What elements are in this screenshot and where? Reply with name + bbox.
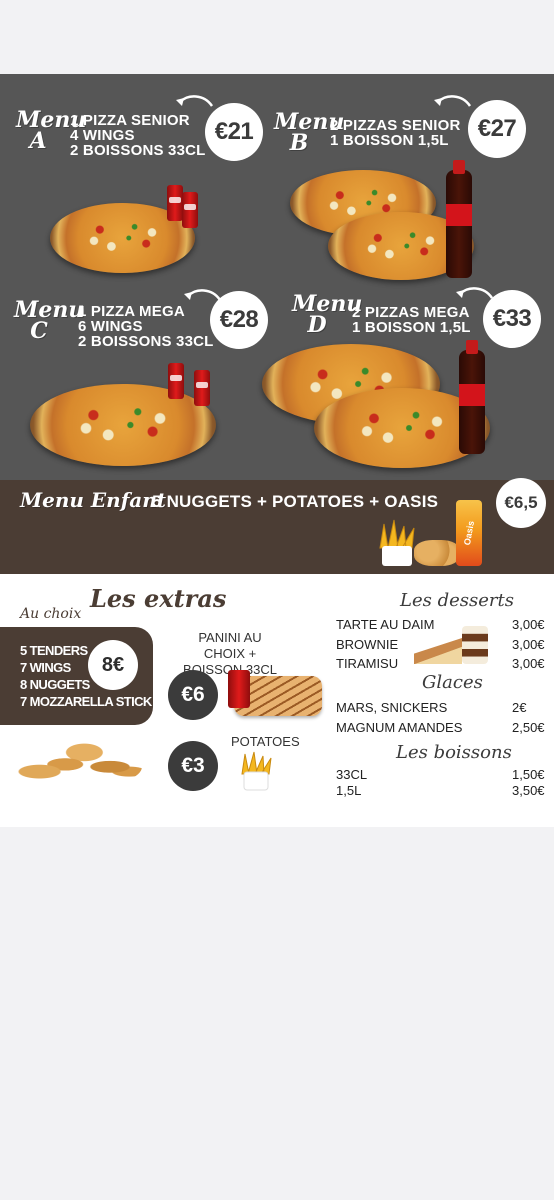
menu-c-item: 6 WINGS — [78, 318, 143, 335]
menu-c-label-letter: C — [30, 317, 48, 344]
menu-enfant-price: €6,5 — [496, 478, 546, 528]
menu-c-items: 1 PIZZA MEGA 6 WINGS 2 BOISSONS 33CL — [78, 304, 214, 349]
menu-b-item: 2 PIZZAS SENIOR — [330, 117, 461, 134]
dessert-price: 3,00€ — [512, 656, 545, 671]
menu-a-items: 1 PIZZA SENIOR 4 WINGS 2 BOISSONS 33CL — [70, 113, 206, 158]
panini-price: €6 — [168, 670, 218, 720]
menu-a-price: €21 — [205, 103, 263, 161]
dessert-price: 3,00€ — [512, 637, 545, 652]
menu-a-label-letter: A — [29, 127, 47, 154]
curved-arrow-icon — [456, 287, 494, 299]
menu-c-item: 1 PIZZA MEGA — [78, 303, 185, 320]
extras-title: Les extras — [90, 584, 227, 613]
fries-image — [379, 519, 415, 566]
fries-image — [241, 751, 272, 791]
glace-price: 2€ — [512, 700, 527, 715]
potatoes-price: €3 — [168, 741, 218, 791]
menu-d-price: €33 — [483, 290, 541, 348]
glace-name: MARS, SNICKERS — [336, 700, 448, 715]
menu-d-item: 2 PIZZAS MEGA — [352, 304, 470, 321]
menu-d-items: 2 PIZZAS MEGA 1 BOISSON 1,5L — [352, 305, 471, 335]
oasis-can-image — [456, 500, 482, 566]
menu-c-label: Menu C — [14, 299, 84, 344]
menu-d-label: Menu D — [292, 293, 362, 338]
desserts-title: Les desserts — [400, 590, 514, 611]
potatoes-label: POTATOES — [231, 734, 300, 749]
menu-d-label-letter: D — [307, 311, 327, 338]
menu-a-label: Menu A — [16, 109, 86, 154]
tenders-item: 7 MOZZARELLA STICK — [20, 694, 152, 709]
dessert-price: 3,00€ — [512, 617, 545, 632]
nuggets-plate-image — [14, 738, 142, 786]
cola-can-image — [168, 363, 184, 399]
curved-arrow-icon — [176, 95, 214, 107]
boisson-price: 3,50€ — [512, 783, 545, 798]
menu-a-item: 1 PIZZA SENIOR — [70, 112, 190, 129]
cola-bottle-image — [459, 340, 485, 454]
boisson-price: 1,50€ — [512, 767, 545, 782]
menu-enfant-items: 5 NUGGETS + POTATOES + OASIS — [152, 492, 439, 511]
menu-b-items: 2 PIZZAS SENIOR 1 BOISSON 1,5L — [330, 118, 461, 148]
glaces-title: Glaces — [422, 672, 483, 693]
menu-page: Menu A 1 PIZZA SENIOR 4 WINGS 2 BOISSONS… — [0, 0, 554, 1200]
boisson-name: 33CL — [336, 767, 368, 782]
glace-price: 2,50€ — [512, 720, 545, 735]
menu-b-price: €27 — [468, 100, 526, 158]
au-choix-label: Au choix — [20, 606, 82, 622]
cola-can-image — [194, 370, 210, 406]
cola-can-image — [228, 670, 250, 708]
menu-b-label: Menu B — [274, 111, 344, 156]
nuggets-image — [414, 540, 460, 566]
menu-a-item: 4 WINGS — [70, 127, 135, 144]
tiramisu-glass-image — [462, 626, 488, 664]
boissons-title: Les boissons — [396, 742, 512, 763]
cola-bottle-image — [446, 160, 472, 278]
menu-c-price: €28 — [210, 291, 268, 349]
menu-d-item: 1 BOISSON 1,5L — [352, 319, 471, 336]
boisson-name: 1,5L — [336, 783, 362, 798]
cola-can-image — [182, 192, 198, 228]
menu-b-label-letter: B — [289, 129, 309, 156]
curved-arrow-icon — [434, 95, 472, 107]
menu-c-item: 2 BOISSONS 33CL — [78, 333, 214, 350]
glace-name: MAGNUM AMANDES — [336, 720, 463, 735]
menu-b-item: 1 BOISSON 1,5L — [330, 132, 449, 149]
tenders-price: 8€ — [88, 640, 138, 690]
menu-enfant-title: Menu Enfant — [20, 488, 167, 512]
cola-can-image — [167, 185, 183, 221]
menu-a-item: 2 BOISSONS 33CL — [70, 142, 206, 159]
pizza-image — [30, 384, 216, 466]
